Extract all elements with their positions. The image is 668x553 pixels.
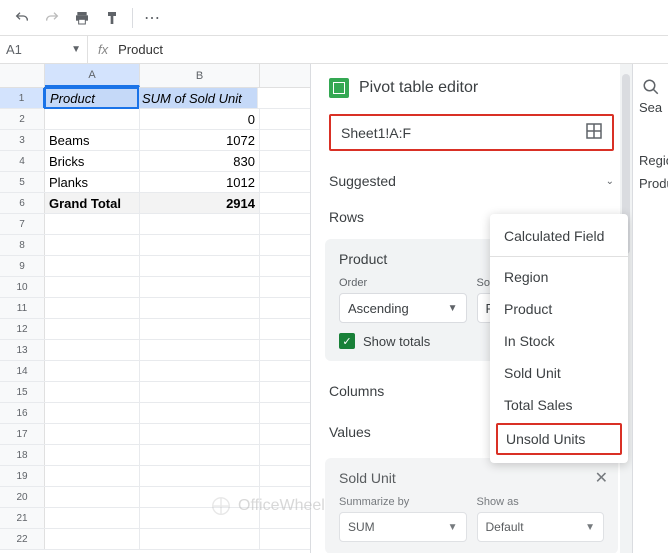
sheets-icon [329, 78, 349, 98]
select-range-icon[interactable] [586, 123, 602, 142]
row-header[interactable]: 20 [0, 487, 45, 507]
order-select[interactable]: Ascending▼ [339, 293, 467, 323]
row-header[interactable]: 15 [0, 382, 45, 402]
row-header[interactable]: 6 [0, 193, 45, 213]
formula-bar[interactable]: Product [118, 42, 163, 57]
cell-grand-total[interactable]: Grand Total [45, 193, 140, 213]
row-header[interactable]: 8 [0, 235, 45, 255]
showas-select[interactable]: Default▼ [477, 512, 605, 542]
row-header[interactable]: 14 [0, 361, 45, 381]
editor-title: Pivot table editor [359, 79, 478, 97]
cell[interactable]: 1072 [140, 130, 260, 150]
add-field-popup: Calculated Field Region Product In Stock… [490, 214, 628, 463]
name-box-row: A1 ▼ fx Product [0, 36, 668, 64]
popup-item[interactable]: Region [490, 261, 628, 293]
popup-item[interactable]: Total Sales [490, 389, 628, 421]
row-header[interactable]: 3 [0, 130, 45, 150]
print-button[interactable] [68, 4, 96, 32]
cell-b1[interactable]: SUM of Sold Unit [138, 88, 258, 108]
cell[interactable]: Planks [45, 172, 140, 192]
row-header[interactable]: 12 [0, 319, 45, 339]
field-region[interactable]: Region [633, 149, 668, 172]
col-header-b[interactable]: B [140, 64, 260, 87]
popup-item-highlighted[interactable]: Unsold Units [496, 423, 622, 455]
row-header[interactable]: 5 [0, 172, 45, 192]
row-header[interactable]: 22 [0, 529, 45, 549]
row-header[interactable]: 10 [0, 277, 45, 297]
popup-item[interactable]: Sold Unit [490, 357, 628, 389]
cell[interactable]: 0 [140, 109, 260, 129]
select-all-corner[interactable] [0, 64, 45, 87]
row-header[interactable]: 19 [0, 466, 45, 486]
field-product[interactable]: Product [633, 172, 668, 195]
chevron-down-icon: ⌄ [606, 176, 614, 187]
close-icon[interactable]: ✕ [595, 468, 608, 488]
popup-item[interactable]: Product [490, 293, 628, 325]
row-header[interactable]: 4 [0, 151, 45, 171]
editor-title-row: Pivot table editor [311, 64, 632, 112]
summarize-select[interactable]: SUM▼ [339, 512, 467, 542]
row-header[interactable]: 11 [0, 298, 45, 318]
values-sold-card: ✕ Sold Unit Summarize by SUM▼ Show as De… [325, 458, 618, 553]
range-input[interactable]: Sheet1!A:F [329, 114, 614, 151]
more-button[interactable]: ⋯ [139, 4, 167, 32]
redo-button[interactable] [38, 4, 66, 32]
check-icon: ✓ [339, 333, 355, 349]
row-header[interactable]: 2 [0, 109, 45, 129]
cell[interactable] [45, 109, 140, 129]
cell-grand-total-val[interactable]: 2914 [140, 193, 260, 213]
col-header-a[interactable]: A [45, 64, 140, 87]
pivot-editor-panel: Pivot table editor Sheet1!A:F Suggested … [310, 64, 668, 553]
popup-item[interactable]: In Stock [490, 325, 628, 357]
showas-label: Show as [477, 496, 605, 508]
paint-format-button[interactable] [98, 4, 126, 32]
search-label: Sea [633, 96, 668, 119]
row-header[interactable]: 18 [0, 445, 45, 465]
field-list-sidebar: Sea Region Product [632, 64, 668, 553]
cell[interactable]: 830 [140, 151, 260, 171]
cell[interactable]: 1012 [140, 172, 260, 192]
name-box[interactable]: A1 ▼ [0, 36, 88, 63]
row-header[interactable]: 16 [0, 403, 45, 423]
cell-reference: A1 [6, 42, 22, 57]
undo-button[interactable] [8, 4, 36, 32]
row-header[interactable]: 7 [0, 214, 45, 234]
cell[interactable]: Beams [45, 130, 140, 150]
cell-a1[interactable]: Product [44, 87, 139, 109]
suggested-section[interactable]: Suggested ⌄ [311, 163, 632, 199]
range-text: Sheet1!A:F [341, 125, 411, 141]
card-title: Sold Unit [339, 470, 604, 486]
row-header[interactable]: 9 [0, 256, 45, 276]
row-header[interactable]: 21 [0, 508, 45, 528]
spreadsheet: A B 1ProductSUM of Sold Unit 20 3Beams10… [0, 64, 310, 553]
row-header[interactable]: 1 [0, 88, 45, 108]
order-label: Order [339, 277, 467, 289]
row-header[interactable]: 13 [0, 340, 45, 360]
fx-label: fx [88, 42, 118, 57]
search-icon[interactable] [642, 78, 660, 96]
separator [490, 256, 628, 257]
row-header[interactable]: 17 [0, 424, 45, 444]
popup-item-calculated[interactable]: Calculated Field [490, 220, 628, 252]
toolbar: ⋯ [0, 0, 668, 36]
chevron-down-icon: ▼ [71, 44, 81, 55]
cell[interactable]: Bricks [45, 151, 140, 171]
summarize-label: Summarize by [339, 496, 467, 508]
separator [132, 8, 133, 28]
